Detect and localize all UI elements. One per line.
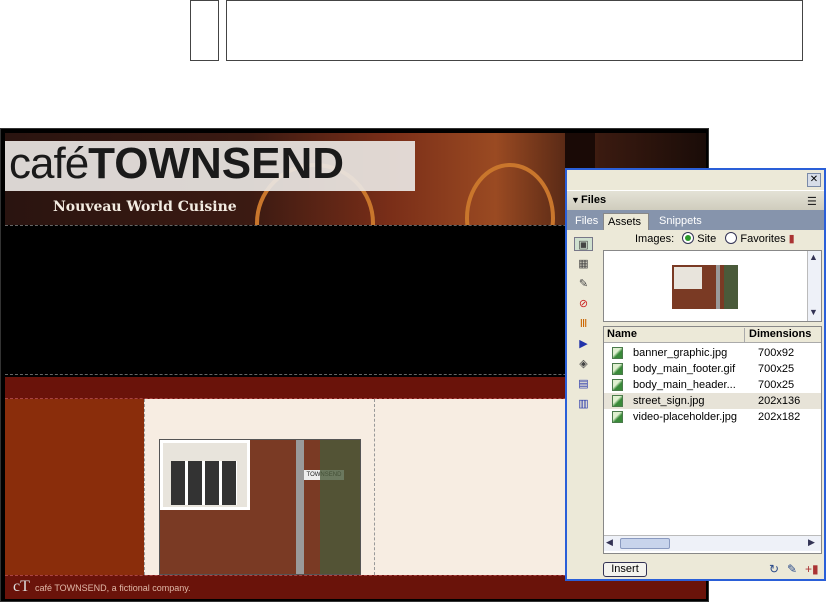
refresh-icon[interactable]: ↻ xyxy=(769,562,779,576)
file-dimensions: 700x92 xyxy=(758,347,795,359)
scrollbar-thumb[interactable] xyxy=(620,538,670,549)
list-item-selected[interactable]: street_sign.jpg 202x136 xyxy=(604,393,821,409)
footer-text: café TOWNSEND, a fictional company. xyxy=(35,583,191,593)
table-cell-wide[interactable] xyxy=(226,0,803,61)
flash-category-icon[interactable]: ⊘ xyxy=(574,297,593,311)
asset-list[interactable]: Name Dimensions banner_graphic.jpg 700x9… xyxy=(603,326,822,554)
left-column[interactable] xyxy=(5,399,144,575)
add-to-favorites-icon[interactable]: +▮ xyxy=(805,562,819,576)
logo: caféTOWNSEND xyxy=(9,139,345,188)
collapse-triangle-icon[interactable]: ▼ xyxy=(571,195,580,205)
insert-button[interactable]: Insert xyxy=(603,562,647,577)
favorites-radio[interactable] xyxy=(725,232,738,244)
image-file-icon xyxy=(612,347,623,359)
favorites-radio-label: Favorites xyxy=(740,233,786,245)
file-dimensions: 700x25 xyxy=(758,379,795,391)
bookmark-icon: ▮ xyxy=(788,233,795,245)
list-item[interactable]: body_main_header... 700x25 xyxy=(604,377,821,393)
scripts-category-icon[interactable]: ◈ xyxy=(574,357,593,371)
list-item[interactable]: body_main_footer.gif 700x25 xyxy=(604,361,821,377)
shockwave-category-icon[interactable]: Ⅲ xyxy=(574,317,593,331)
image-file-icon xyxy=(612,411,623,423)
file-name: banner_graphic.jpg xyxy=(633,347,728,359)
scroll-down-icon[interactable]: ▼ xyxy=(809,307,818,317)
column-name[interactable]: Name xyxy=(607,328,637,340)
tab-files[interactable]: Files xyxy=(571,213,602,230)
list-item[interactable]: video-placeholder.jpg 202x182 xyxy=(604,409,821,425)
options-menu-icon[interactable]: ☰ xyxy=(807,195,817,208)
window-panes xyxy=(171,461,237,505)
footer-logo: cT xyxy=(13,578,30,595)
file-name: body_main_header... xyxy=(633,379,736,391)
preview-scrollbar[interactable]: ▲ ▼ xyxy=(807,251,821,321)
templates-category-icon[interactable]: ▤ xyxy=(574,377,593,391)
preview-thumbnail xyxy=(672,265,738,309)
file-dimensions: 700x25 xyxy=(758,363,795,375)
image-file-icon xyxy=(612,363,623,375)
edit-icon[interactable]: ✎ xyxy=(787,562,797,576)
scroll-up-icon[interactable]: ▲ xyxy=(809,252,818,262)
table-cell-narrow[interactable] xyxy=(190,0,219,61)
files-panel[interactable]: ✕ ▼ Files ☰ Files Assets Snippets ▣ ▦ ✎ … xyxy=(565,168,826,581)
scroll-left-icon[interactable]: ◀ xyxy=(606,537,613,548)
panel-titlebar[interactable]: ✕ xyxy=(567,170,824,188)
image-file-icon xyxy=(612,395,623,407)
thumb-window xyxy=(674,267,702,289)
street-sign-image[interactable]: TOWNSEND xyxy=(159,439,361,575)
image-file-icon xyxy=(612,379,623,391)
trees xyxy=(320,440,360,574)
list-item[interactable]: banner_graphic.jpg 700x92 xyxy=(604,345,821,361)
tab-assets[interactable]: Assets xyxy=(603,213,649,230)
urls-category-icon[interactable]: ✎ xyxy=(574,277,593,291)
image-preview: ▲ ▼ xyxy=(603,250,822,322)
asset-category-bar: ▣ ▦ ✎ ⊘ Ⅲ ▶ ◈ ▤ ▥ xyxy=(570,233,597,578)
site-radio[interactable] xyxy=(682,232,695,244)
file-name: video-placeholder.jpg xyxy=(633,411,737,423)
colors-category-icon[interactable]: ▦ xyxy=(574,257,593,271)
list-header: Name Dimensions xyxy=(604,327,821,343)
file-dimensions: 202x136 xyxy=(758,395,801,407)
files-panel-header[interactable]: ▼ Files ☰ xyxy=(567,190,824,210)
images-label: Images: xyxy=(635,233,675,245)
file-name: street_sign.jpg xyxy=(633,395,705,407)
site-radio-label: Site xyxy=(697,233,717,245)
images-scope-row: Images: Site Favorites ▮ xyxy=(601,232,824,248)
arched-window xyxy=(160,440,250,510)
tab-snippets[interactable]: Snippets xyxy=(655,213,706,230)
thumb-trees xyxy=(724,265,738,309)
file-name: body_main_footer.gif xyxy=(633,363,736,375)
panel-tabs: Files Assets Snippets xyxy=(567,210,824,230)
images-category-icon[interactable]: ▣ xyxy=(574,237,593,251)
movies-category-icon[interactable]: ▶ xyxy=(574,337,593,351)
column-dimensions[interactable]: Dimensions xyxy=(744,328,811,342)
scroll-right-icon[interactable]: ▶ xyxy=(808,537,815,548)
tagline: Nouveau World Cuisine xyxy=(53,199,237,215)
panel-title: Files xyxy=(581,194,607,206)
file-dimensions: 202x182 xyxy=(758,411,801,423)
close-icon[interactable]: ✕ xyxy=(807,173,821,187)
thumb-pole xyxy=(716,265,720,309)
chair-shape xyxy=(465,163,555,225)
library-category-icon[interactable]: ▥ xyxy=(574,397,593,411)
sign-pole xyxy=(296,440,304,574)
list-horizontal-scrollbar[interactable]: ◀ ▶ xyxy=(604,535,821,551)
